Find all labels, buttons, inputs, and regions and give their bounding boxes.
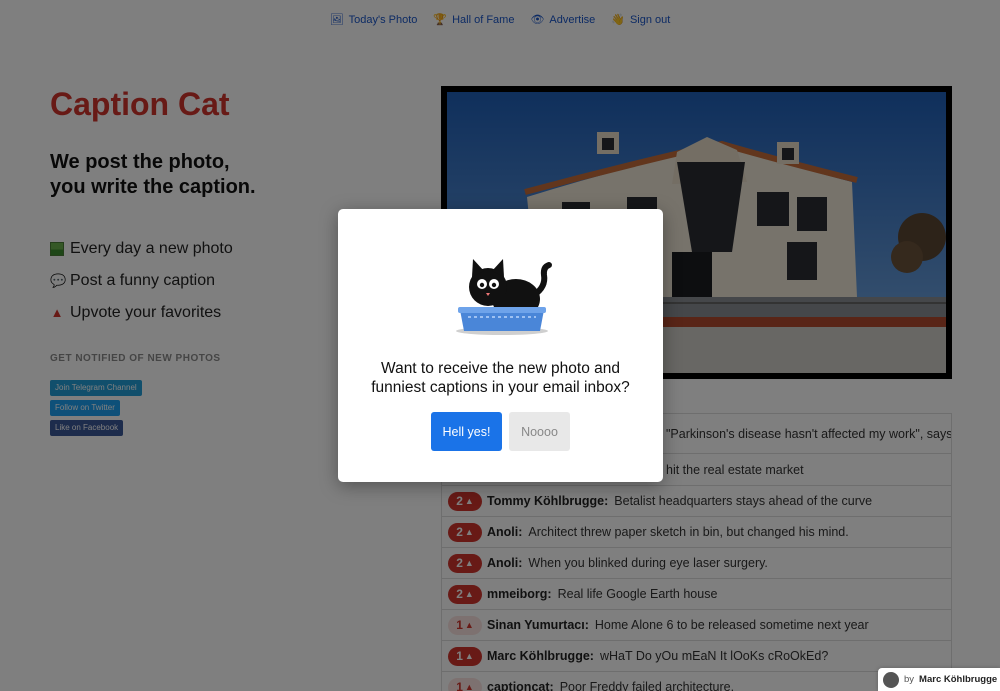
cat-in-litterbox-illustration	[456, 259, 552, 335]
modal-message-line-1: Want to receive the new photo and	[381, 360, 620, 377]
maker-credit-badge[interactable]: by Marc Köhlbrugge	[878, 668, 1000, 691]
confirm-subscribe-button[interactable]: Hell yes!	[431, 412, 502, 451]
credit-name: Marc Köhlbrugge	[919, 674, 998, 685]
avatar	[883, 671, 899, 688]
modal-message-line-2: funniest captions in your email inbox?	[371, 379, 630, 396]
credit-prefix: by	[904, 674, 915, 685]
decline-subscribe-button[interactable]: Noooo	[509, 412, 570, 451]
subscribe-modal: Want to receive the new photo and funnie…	[338, 209, 663, 482]
modal-message: Want to receive the new photo and funnie…	[358, 359, 643, 397]
